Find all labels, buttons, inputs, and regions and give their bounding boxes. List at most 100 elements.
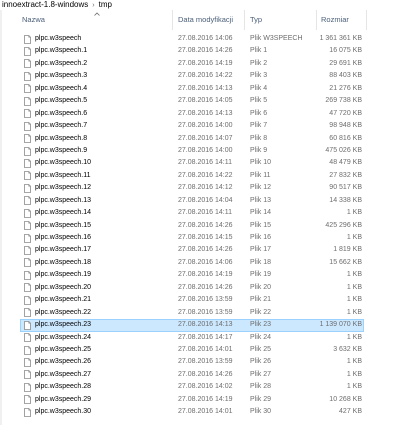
table-row[interactable]: plpc.w3speech.9 27.08.2016 14:00 Plik 9 475… (0, 145, 400, 157)
file-type: Plik 26 (250, 358, 272, 366)
column-header-name[interactable]: Nazwa (22, 10, 172, 30)
file-size: 14 338 KB (329, 196, 362, 204)
file-date-modified: 27.08.2016 14:12 (178, 184, 233, 192)
table-row[interactable]: plpc.w3speech.16 27.08.2016 14:15 Plik 16 1… (0, 232, 400, 244)
breadcrumb-item-current[interactable]: tmp (99, 0, 112, 9)
table-row[interactable]: plpc.w3speech.5 27.08.2016 14:05 Plik 5 269… (0, 95, 400, 107)
file-date-modified: 27.08.2016 14:04 (178, 196, 233, 204)
column-header-row: Nazwa Data modyfikacji Typ Rozmiar (0, 10, 400, 30)
table-row[interactable]: plpc.w3speech.29 27.08.2016 14:19 Plik 29 1… (0, 394, 400, 406)
file-size: 1 KB (346, 383, 362, 391)
table-row[interactable]: plpc.w3speech.15 27.08.2016 14:26 Plik 15 4… (0, 220, 400, 232)
file-size: 90 517 KB (329, 184, 362, 192)
column-header-type[interactable]: Typ (244, 10, 316, 30)
file-icon (24, 208, 31, 218)
file-name: plpc.w3speech.11 (35, 171, 91, 179)
file-name: plpc.w3speech.4 (35, 84, 88, 92)
file-icon (24, 333, 31, 342)
file-size: 21 276 KB (329, 84, 362, 92)
file-size: 88 403 KB (329, 72, 362, 80)
table-row-selected[interactable]: plpc.w3speech.23 27.08.2016 14:13 Plik 23 1… (0, 319, 400, 332)
table-row[interactable]: plpc.w3speech.14 27.08.2016 14:11 Plik 14 1… (0, 207, 400, 219)
file-name: plpc.w3speech.18 (35, 258, 92, 266)
table-row[interactable]: plpc.w3speech 27.08.2016 14:06 Plik W3SPEE… (0, 33, 400, 45)
table-row[interactable]: plpc.w3speech.13 27.08.2016 14:04 Plik 13 1… (0, 195, 400, 207)
file-type: Plik 11 (250, 171, 271, 179)
table-row[interactable]: plpc.w3speech.18 27.08.2016 14:06 Plik 18 1… (0, 257, 400, 269)
file-icon (24, 407, 31, 417)
file-size: 1 139 070 KB (319, 321, 362, 329)
table-row[interactable]: plpc.w3speech.17 27.08.2016 14:26 Plik 17 1… (0, 244, 400, 256)
file-icon (24, 320, 31, 330)
table-row[interactable]: plpc.w3speech.26 27.08.2016 13:59 Plik 26 1… (0, 356, 400, 368)
table-row[interactable]: plpc.w3speech.7 27.08.2016 14:00 Plik 7 98 … (0, 120, 400, 132)
table-row[interactable]: plpc.w3speech.24 27.08.2016 14:17 Plik 24 1… (0, 332, 400, 344)
file-name: plpc.w3speech.9 (35, 146, 88, 154)
table-row[interactable]: plpc.w3speech.6 27.08.2016 14:13 Plik 6 47 … (0, 108, 400, 120)
file-date-modified: 27.08.2016 14:11 (178, 159, 232, 167)
file-icon (24, 295, 31, 305)
file-type: Plik 20 (250, 283, 272, 291)
table-row[interactable]: plpc.w3speech.4 27.08.2016 14:13 Plik 4 21 … (0, 83, 400, 95)
table-row[interactable]: plpc.w3speech.28 27.08.2016 14:02 Plik 28 1… (0, 381, 400, 393)
file-size: 1 361 361 KB (319, 35, 362, 42)
file-type: Plik 30 (250, 408, 272, 416)
column-header-date[interactable]: Data modyfikacji (172, 10, 244, 30)
file-icon (24, 121, 31, 131)
table-row[interactable]: plpc.w3speech.11 27.08.2016 14:22 Plik 11 2… (0, 170, 400, 182)
file-type: Plik 13 (250, 196, 272, 204)
file-type: Plik 25 (250, 345, 272, 353)
file-type: Plik 1 (250, 47, 268, 55)
table-row[interactable]: plpc.w3speech.27 27.08.2016 14:26 Plik 27 1… (0, 369, 400, 381)
file-size: 15 662 KB (329, 258, 362, 266)
file-date-modified: 27.08.2016 14:19 (178, 395, 233, 403)
file-name: plpc.w3speech.5 (35, 97, 88, 105)
file-name: plpc.w3speech.15 (35, 221, 92, 229)
file-type: Plik 23 (250, 321, 272, 329)
file-type: Plik 21 (250, 296, 272, 304)
table-row[interactable]: plpc.w3speech.12 27.08.2016 14:12 Plik 12 9… (0, 182, 400, 194)
file-icon (24, 358, 31, 367)
file-type: Plik 18 (250, 258, 272, 266)
table-row[interactable]: plpc.w3speech.20 27.08.2016 14:26 Plik 20 1… (0, 282, 400, 294)
file-type: Plik 9 (250, 146, 268, 154)
file-icon (24, 283, 31, 293)
file-icon (24, 196, 31, 206)
file-date-modified: 27.08.2016 14:01 (178, 345, 233, 353)
column-header-spacer (366, 10, 400, 30)
table-row[interactable]: plpc.w3speech.21 27.08.2016 13:59 Plik 21 1… (0, 294, 400, 306)
file-date-modified: 27.08.2016 14:00 (178, 146, 233, 154)
file-date-modified: 27.08.2016 14:01 (178, 408, 233, 416)
file-icon (24, 159, 31, 168)
file-name: plpc.w3speech.2 (35, 59, 88, 67)
file-icon (24, 47, 31, 56)
column-header-size[interactable]: Rozmiar (316, 10, 366, 30)
file-type: Plik 5 (250, 97, 268, 105)
file-size: 1 KB (346, 370, 362, 378)
table-row[interactable]: plpc.w3speech.3 27.08.2016 14:22 Plik 3 88 … (0, 70, 400, 82)
file-size: 16 075 KB (329, 47, 362, 55)
file-size: 27 832 KB (329, 171, 362, 179)
file-icon (24, 308, 31, 318)
file-name: plpc.w3speech.27 (35, 370, 92, 378)
table-row[interactable]: plpc.w3speech.10 27.08.2016 14:11 Plik 10 4… (0, 157, 400, 169)
file-type: Plik 12 (250, 184, 272, 192)
table-row[interactable]: plpc.w3speech.19 27.08.2016 14:19 Plik 19 1… (0, 269, 400, 281)
file-icon (24, 271, 31, 280)
file-date-modified: 27.08.2016 14:26 (178, 221, 233, 229)
table-row[interactable]: plpc.w3speech.1 27.08.2016 14:26 Plik 1 16 … (0, 45, 400, 57)
table-row[interactable]: plpc.w3speech.22 27.08.2016 13:59 Plik 22 1… (0, 307, 400, 319)
file-type: Plik 8 (250, 134, 268, 142)
table-row[interactable]: plpc.w3speech.25 27.08.2016 14:01 Plik 25 3… (0, 344, 400, 356)
breadcrumb-separator-icon: › (92, 2, 95, 9)
file-size: 1 KB (346, 283, 362, 291)
file-type: Plik 27 (250, 370, 272, 378)
file-date-modified: 27.08.2016 14:26 (178, 370, 233, 378)
table-row[interactable]: plpc.w3speech.30 27.08.2016 14:01 Plik 30 4… (0, 406, 400, 418)
file-size: 1 819 KB (333, 246, 362, 254)
breadcrumb-item-folder[interactable]: innoextract-1.8-windows (2, 0, 88, 9)
file-type: Plik 17 (250, 246, 272, 254)
table-row[interactable]: plpc.w3speech.8 27.08.2016 14:07 Plik 8 60 … (0, 133, 400, 145)
table-row[interactable]: plpc.w3speech.2 27.08.2016 14:19 Plik 2 29 … (0, 58, 400, 70)
file-size: 47 720 KB (329, 109, 362, 117)
